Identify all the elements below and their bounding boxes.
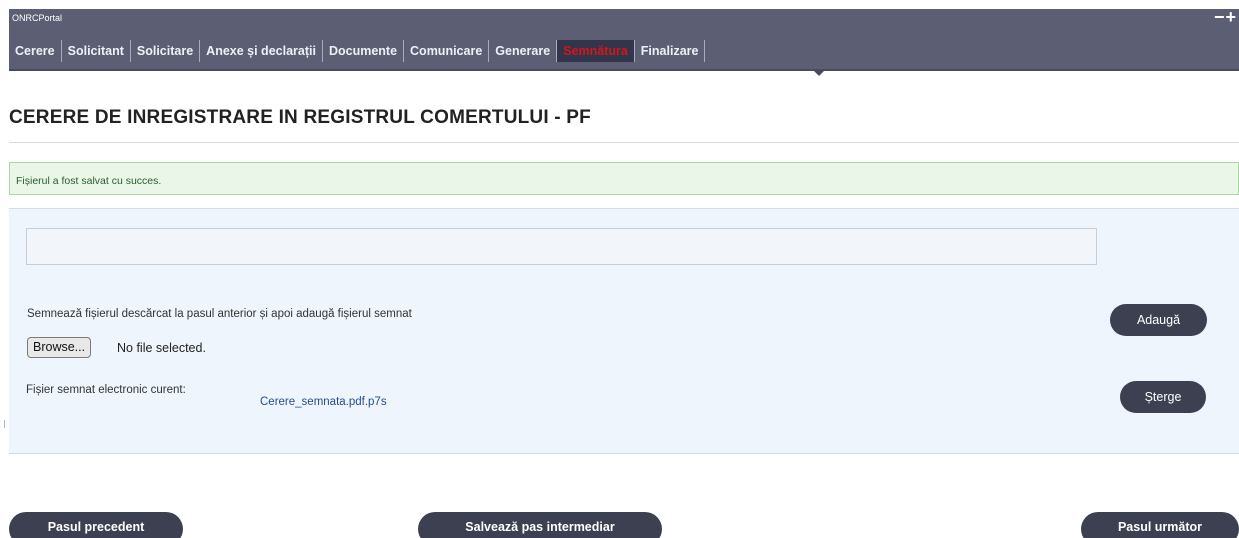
selected-file-field[interactable] bbox=[26, 228, 1097, 265]
nav-tabs: Cerere Solicitant Solicitare Anexe și de… bbox=[9, 40, 706, 62]
window-controls[interactable]: −+ bbox=[1214, 7, 1237, 28]
edge-marker bbox=[4, 420, 5, 428]
no-file-selected-text: No file selected. bbox=[117, 341, 206, 355]
tab-finalizare[interactable]: Finalizare bbox=[635, 40, 706, 62]
browse-button[interactable]: Browse... bbox=[27, 337, 92, 358]
tab-solicitant[interactable]: Solicitant bbox=[62, 40, 131, 62]
delete-button[interactable]: Șterge bbox=[1120, 381, 1206, 413]
tab-solicitare[interactable]: Solicitare bbox=[131, 40, 201, 62]
next-step-button[interactable]: Pasul următor bbox=[1081, 512, 1239, 538]
tab-cerere[interactable]: Cerere bbox=[9, 40, 62, 62]
add-button[interactable]: Adaugă bbox=[1110, 304, 1207, 336]
success-message: Fișierul a fost salvat cu succes. bbox=[9, 162, 1239, 195]
portal-bar: ONRCPortal −+ bbox=[9, 7, 1239, 30]
portal-title: ONRCPortal bbox=[12, 13, 63, 23]
upload-instruction: Semnează fișierul descărcat la pasul ant… bbox=[27, 308, 412, 320]
signed-file-link[interactable]: Cerere_semnata.pdf.p7s bbox=[260, 396, 387, 408]
tab-comunicare[interactable]: Comunicare bbox=[404, 40, 490, 62]
success-message-text: Fișierul a fost salvat cu succes. bbox=[16, 175, 162, 187]
active-tab-caret-icon bbox=[814, 71, 824, 76]
tab-documente[interactable]: Documente bbox=[323, 40, 405, 62]
previous-step-button[interactable]: Pasul precedent bbox=[9, 512, 183, 538]
save-intermediate-button[interactable]: Salvează pas intermediar bbox=[418, 512, 662, 538]
step-navigation: Cerere Solicitant Solicitare Anexe și de… bbox=[9, 30, 1239, 71]
tab-semnatura[interactable]: Semnătura bbox=[557, 40, 635, 62]
tab-generare[interactable]: Generare bbox=[489, 40, 558, 62]
tab-anexe-declaratii[interactable]: Anexe și declarații bbox=[200, 40, 323, 62]
title-divider bbox=[9, 142, 1239, 143]
page-title: CERERE DE INREGISTRARE IN REGISTRUL COME… bbox=[9, 107, 591, 128]
signature-upload-panel: Semnează fișierul descărcat la pasul ant… bbox=[9, 208, 1239, 454]
current-signed-file-label: Fișier semnat electronic curent: bbox=[26, 384, 186, 396]
